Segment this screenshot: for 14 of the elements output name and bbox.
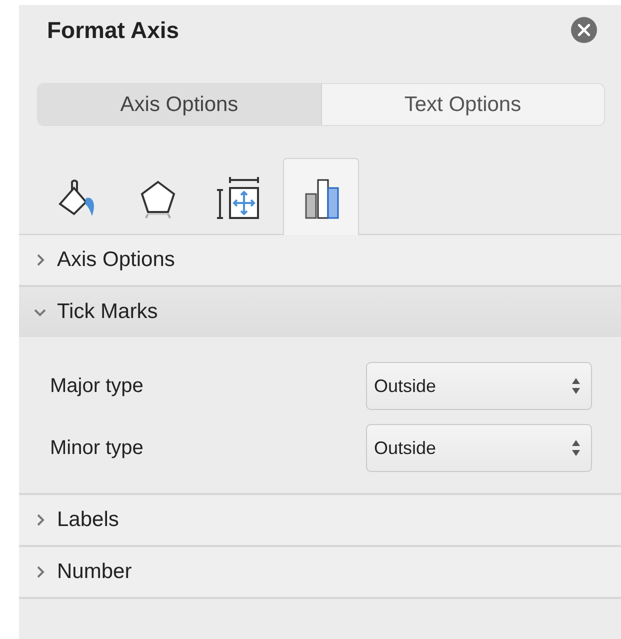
panel-title: Format Axis (46, 16, 180, 45)
section-header[interactable]: Tick Marks (19, 287, 621, 338)
select-field[interactable]: Outside (366, 424, 592, 472)
close-icon (578, 24, 590, 36)
field-label: Minor type (50, 436, 144, 462)
close-button[interactable] (571, 17, 597, 43)
select-field[interactable]: Outside (366, 362, 592, 410)
stepper-icon (571, 439, 581, 458)
field-label: Major type (50, 374, 144, 400)
format-tab[interactable] (283, 158, 359, 236)
stepper-icon (571, 377, 581, 396)
segment-tab[interactable]: Axis Options (38, 84, 322, 126)
resize-icon (216, 176, 262, 222)
segment-tab[interactable]: Text Options (322, 84, 604, 126)
